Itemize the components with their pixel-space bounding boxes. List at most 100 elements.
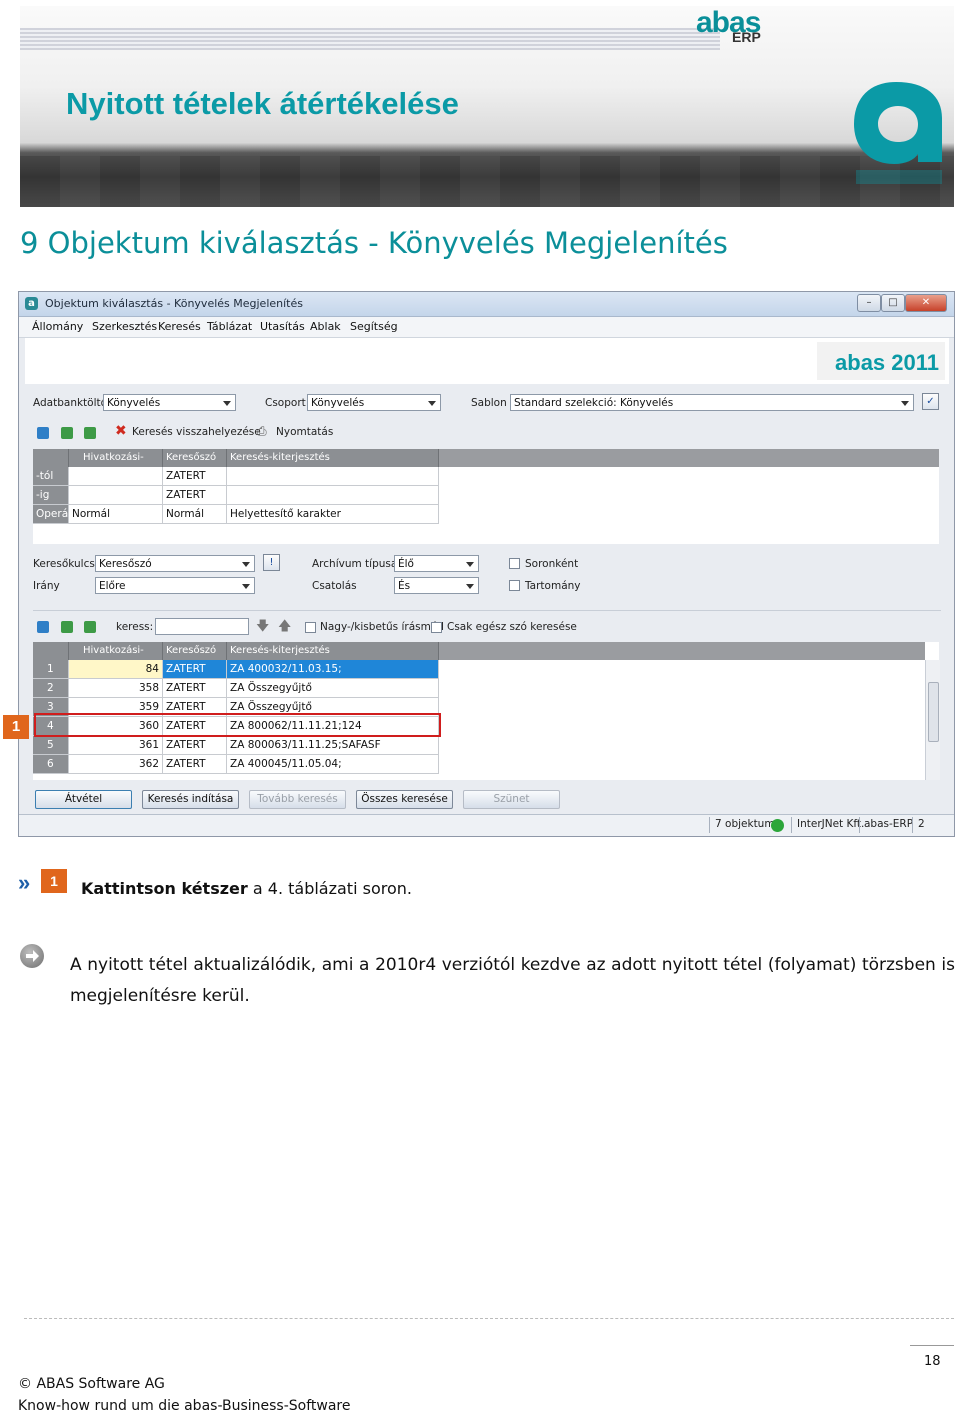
arrow-right-icon (26, 950, 39, 962)
row-number[interactable]: 2 (33, 679, 69, 698)
result-ext-cell[interactable]: ZA 400045/11.05.04; (227, 755, 439, 774)
criteria-cell[interactable] (227, 467, 439, 486)
app-icon: a (25, 297, 38, 310)
info-button-icon[interactable]: ! (263, 554, 280, 571)
criteria-cell[interactable]: ZATERT (163, 486, 227, 505)
rowwise-label: Soronként (525, 558, 579, 570)
arrow-down-icon[interactable]: 🡇 (256, 617, 269, 639)
criteria-cell[interactable]: Normál (163, 505, 227, 524)
minimize-button[interactable]: – (857, 294, 881, 312)
nav-prev-icon[interactable] (61, 621, 73, 633)
printer-icon[interactable]: ⎙ (257, 424, 267, 439)
row-number[interactable]: 6 (33, 755, 69, 774)
row-number[interactable]: 1 (33, 660, 69, 679)
case-sensitive-label: Nagy-/kisbetűs írásmód (320, 621, 444, 633)
whole-word-checkbox[interactable] (431, 622, 442, 633)
search-input[interactable] (155, 618, 249, 635)
grid-corner (33, 449, 69, 467)
criteria-cell[interactable] (69, 486, 163, 505)
grid-header-filler (439, 642, 925, 660)
search-all-button[interactable]: Összes keresése (356, 790, 453, 809)
col-key-header[interactable]: Keresőszó (163, 642, 227, 660)
continue-search-button[interactable]: Tovább keresés (249, 790, 346, 809)
instruction-bold: Kattintson kétszer (81, 879, 248, 898)
menu-file[interactable]: Állomány (32, 320, 83, 333)
case-sensitive-checkbox[interactable] (305, 622, 316, 633)
print-button[interactable]: Nyomtatás (276, 426, 333, 438)
grid-header-filler (439, 449, 939, 467)
col-ext-header[interactable]: Keresés-kiterjesztés (227, 642, 439, 660)
start-search-button[interactable]: Keresés indítása (142, 790, 239, 809)
header-banner: Nyitott tételek átértékelése abas ERP (20, 6, 954, 207)
app-window: a Objektum kiválasztás - Könyvelés Megje… (18, 291, 955, 837)
menu-help[interactable]: Segítség (350, 320, 398, 333)
menu-window[interactable]: Ablak (310, 320, 341, 333)
nav-prev-icon[interactable] (61, 427, 73, 439)
criteria-cell[interactable] (227, 486, 439, 505)
result-key-cell[interactable]: ZATERT (163, 660, 227, 679)
object-count: 7 objektum (715, 818, 775, 830)
template-select[interactable]: Standard szelekció: Könyvelés (510, 394, 914, 411)
result-ext-cell[interactable]: ZA 400032/11.03.15; (227, 660, 439, 679)
criteria-cell[interactable] (69, 467, 163, 486)
maximize-button[interactable]: □ (881, 294, 905, 312)
close-button[interactable]: ✕ (905, 294, 947, 312)
archive-select[interactable]: Élő (394, 555, 479, 572)
group-select[interactable]: Könyvelés (307, 394, 441, 411)
reset-search-button[interactable]: Keresés visszahelyezése (132, 426, 261, 438)
database-select[interactable]: Könyvelés (103, 394, 236, 411)
footer-copyright: © ABAS Software AG (18, 1376, 165, 1392)
result-ext-cell[interactable]: ZA 800063/11.11.25;SAFASF (227, 736, 439, 755)
template-edit-icon[interactable]: ✓ (922, 393, 939, 410)
result-key-cell[interactable]: ZATERT (163, 736, 227, 755)
criteria-row-label: -ig (33, 486, 69, 505)
row-number[interactable]: 5 (33, 736, 69, 755)
banner-stripes (20, 28, 720, 50)
col-ref-header[interactable]: Hivatkozási-szám (69, 642, 163, 674)
result-ref-cell[interactable]: 362 (69, 755, 163, 774)
criteria-cell[interactable]: Helyettesítő karakter (227, 505, 439, 524)
keyfield-select[interactable]: Keresőszó (95, 555, 255, 572)
chevron-down-icon (901, 401, 909, 406)
result-ref-cell[interactable]: 361 (69, 736, 163, 755)
vertical-scrollbar[interactable] (925, 660, 940, 780)
direction-label: Irány (33, 580, 60, 592)
criteria-row-label: -tól (33, 467, 69, 486)
step-marker: 1 (41, 869, 67, 893)
whole-word-label: Csak egész szó keresése (447, 621, 577, 633)
result-key-cell[interactable]: ZATERT (163, 755, 227, 774)
menu-edit[interactable]: Szerkesztés (92, 320, 157, 333)
nav-next-icon[interactable] (84, 427, 96, 439)
range-checkbox[interactable] (509, 580, 520, 591)
nav-next-icon[interactable] (84, 621, 96, 633)
reset-icon[interactable]: ✖ (115, 423, 127, 439)
page-number-rule (910, 1345, 954, 1346)
nav-first-icon[interactable] (37, 621, 49, 633)
col-ref-header[interactable]: Hivatkozási-szám (69, 449, 163, 481)
criteria-cell[interactable]: ZATERT (163, 467, 227, 486)
accept-button[interactable]: Átvétel (35, 790, 132, 809)
nav-first-icon[interactable] (37, 427, 49, 439)
rowwise-checkbox[interactable] (509, 558, 520, 569)
direction-select[interactable]: Előre (95, 577, 255, 594)
result-ext-cell[interactable]: ZA Összegyűjtő (227, 679, 439, 698)
result-key-cell[interactable]: ZATERT (163, 679, 227, 698)
menu-command[interactable]: Utasítás (260, 320, 305, 333)
arrow-up-icon[interactable]: 🡅 (278, 617, 291, 639)
chevron-down-icon (223, 401, 231, 406)
template-value: Standard szelekció: Könyvelés (514, 397, 674, 409)
links-select[interactable]: És (394, 577, 479, 594)
pause-button[interactable]: Szünet (463, 790, 560, 809)
status-separator (912, 817, 913, 833)
col-key-header[interactable]: Keresőszó (163, 449, 227, 467)
result-ref-cell[interactable]: 358 (69, 679, 163, 698)
chevron-right-icon: » (18, 870, 31, 895)
result-ref-cell[interactable]: 84 (69, 660, 163, 679)
menu-table[interactable]: Táblázat (207, 320, 252, 333)
scrollbar-thumb[interactable] (928, 682, 939, 742)
menu-search[interactable]: Keresés (158, 320, 201, 333)
col-ext-header[interactable]: Keresés-kiterjesztés (227, 449, 439, 467)
chevron-down-icon (242, 584, 250, 589)
criteria-cell[interactable]: Normál (69, 505, 163, 524)
database-label: Adatbanktöltő (33, 397, 108, 409)
